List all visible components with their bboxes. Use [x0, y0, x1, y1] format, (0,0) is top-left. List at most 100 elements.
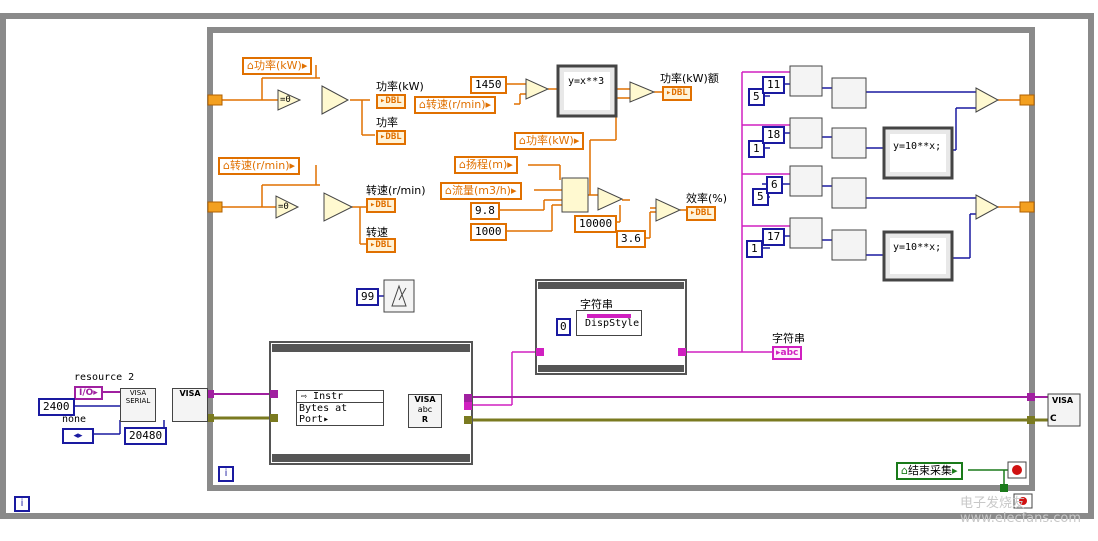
head-ctrl-label: 扬程(m)	[465, 158, 508, 171]
rated-power-label: 功率(kW)额	[660, 72, 719, 85]
stop-indicator-icon[interactable]	[1007, 461, 1027, 479]
stop-control[interactable]: ⌂结束采集▸	[896, 462, 963, 480]
visa-read-node[interactable]: VISA abc R	[408, 394, 442, 428]
divide-1[interactable]	[525, 78, 550, 100]
none-label: none	[62, 414, 87, 425]
tunnel-left-speed	[207, 201, 223, 213]
watermark-text: 电子发烧友 www.elecfans.com	[960, 496, 1082, 526]
right-orange-wires	[998, 99, 1022, 208]
visa-text: VISA	[179, 389, 201, 398]
right-subvis[interactable]	[789, 65, 867, 261]
const-right-6[interactable]: 1	[746, 240, 763, 258]
power-ctrl-2-label: 功率(kW)	[525, 134, 574, 147]
divide-2[interactable]	[597, 187, 624, 211]
property-bytes: Bytes at Port	[299, 403, 348, 425]
home-icon: ⌂	[419, 98, 426, 111]
tunnel-right-1	[1019, 94, 1035, 106]
tunnel-seq-b	[270, 414, 278, 422]
flow-ctrl-label: 流量(m3/h)	[451, 184, 511, 197]
speed-control-2[interactable]: ⌂转速(r/min)▸	[414, 96, 497, 114]
indicator-type: DBL	[695, 208, 712, 218]
select-power[interactable]	[321, 85, 350, 115]
indicator-type: DBL	[385, 96, 402, 106]
property-text: DispStyle	[585, 318, 640, 329]
compound-multiply[interactable]	[561, 177, 589, 213]
serial-text: VISA SERIAL	[125, 389, 151, 405]
indicator-type: DBL	[671, 88, 688, 98]
power-indicator-top[interactable]: ▸DBL	[376, 94, 406, 109]
visa-buffer-node[interactable]: VISA	[172, 388, 208, 422]
property-instr-row: ⇨ Instr	[297, 391, 383, 403]
string-property-node[interactable]: DispStyle	[576, 310, 642, 336]
string-indicator-label: 字符串	[772, 332, 805, 345]
rated-power-indicator[interactable]: ▸DBL	[662, 86, 692, 101]
compare-zero-speed-label: =0	[278, 202, 289, 212]
formula-3-text: y=10**x;	[893, 242, 942, 253]
power-indicator-bottom-label: 功率	[376, 116, 398, 129]
resource-type: I/O	[79, 388, 94, 398]
const-buffer[interactable]: 20480	[124, 427, 168, 445]
indicator-type: DBL	[375, 200, 392, 210]
const-right-3[interactable]: 18	[762, 126, 786, 144]
string-indicator[interactable]: ▸abc	[772, 346, 803, 360]
tunnel-seq-d	[464, 402, 472, 410]
wait-ms-icon[interactable]	[383, 279, 415, 313]
tunnel-seq-a	[270, 390, 278, 398]
formula-node-1[interactable]	[556, 64, 618, 118]
indicator-type: DBL	[385, 132, 402, 142]
tunnel-str-in	[536, 348, 544, 356]
formula-2-text: y=10**x;	[893, 141, 942, 152]
power-indicator-top-label: 功率(kW)	[376, 80, 424, 93]
const-1000[interactable]: 1000	[470, 223, 507, 241]
const-9-8[interactable]: 9.8	[470, 202, 500, 220]
visa-serial-node[interactable]: VISA SERIAL	[120, 388, 156, 422]
inner-info-icon[interactable]: i	[218, 466, 234, 482]
resource-control[interactable]: I/O▸	[74, 386, 103, 400]
property-bytes-row: Bytes at Port▸	[299, 403, 348, 425]
tunnel-right-2	[1019, 201, 1035, 213]
power-control-label: 功率(kW)	[253, 59, 302, 72]
select-speed[interactable]	[323, 192, 354, 222]
efficiency-indicator[interactable]: ▸DBL	[686, 206, 716, 221]
property-node[interactable]: ⇨ Instr Bytes at Port▸	[296, 390, 384, 426]
const-right-7[interactable]: 17	[762, 228, 786, 246]
string-type: abc	[780, 348, 799, 358]
tunnel-visa-out	[1027, 393, 1035, 401]
speed-ctrl-2-label: 转速(r/min)	[425, 98, 486, 111]
power-control-2[interactable]: ⌂功率(kW)▸	[514, 132, 585, 150]
multiply-1[interactable]	[629, 81, 656, 103]
power-indicator-bottom[interactable]: ▸DBL	[376, 130, 406, 145]
head-control[interactable]: ⌂扬程(m)▸	[454, 156, 518, 174]
read-abc: abc	[417, 405, 433, 414]
flow-enum-control[interactable]: ◂▸	[62, 428, 94, 444]
formula-node-3[interactable]	[882, 230, 954, 282]
divide-3[interactable]	[655, 198, 682, 222]
read-visa-text: VISA	[414, 395, 436, 404]
tunnel-seq-c	[464, 394, 472, 402]
const-3-6[interactable]: 3.6	[616, 230, 646, 248]
divide-right-2[interactable]	[975, 194, 1000, 220]
home-icon: ⌂	[247, 59, 254, 72]
speed-indicator-bottom[interactable]: ▸DBL	[366, 238, 396, 253]
visa-close-c: C	[1050, 414, 1057, 424]
const-zero[interactable]: 0	[556, 318, 571, 336]
block-diagram	[0, 13, 1094, 519]
const-1450[interactable]: 1450	[470, 76, 507, 94]
const-right-1[interactable]: 11	[762, 76, 786, 94]
visa-close-text: VISA	[1052, 396, 1074, 405]
home-icon: ⌂	[901, 464, 908, 477]
formula-node-2[interactable]	[882, 126, 954, 180]
outer-info-icon[interactable]: i	[14, 496, 30, 512]
const-99[interactable]: 99	[356, 288, 380, 306]
property-instr: Instr	[313, 391, 344, 402]
divide-right-1[interactable]	[975, 87, 1000, 113]
const-10000[interactable]: 10000	[574, 215, 618, 233]
power-control[interactable]: ⌂功率(kW)▸	[242, 57, 313, 75]
const-right-5[interactable]: 6	[766, 176, 783, 194]
flow-control[interactable]: ⌂流量(m3/h)▸	[440, 182, 522, 200]
speed-indicator-top[interactable]: ▸DBL	[366, 198, 396, 213]
stop-label: 结束采集	[907, 464, 952, 477]
speed-control[interactable]: ⌂转速(r/min)▸	[218, 157, 301, 175]
resource-label: resource 2	[74, 372, 135, 383]
home-icon: ⌂	[459, 158, 466, 171]
